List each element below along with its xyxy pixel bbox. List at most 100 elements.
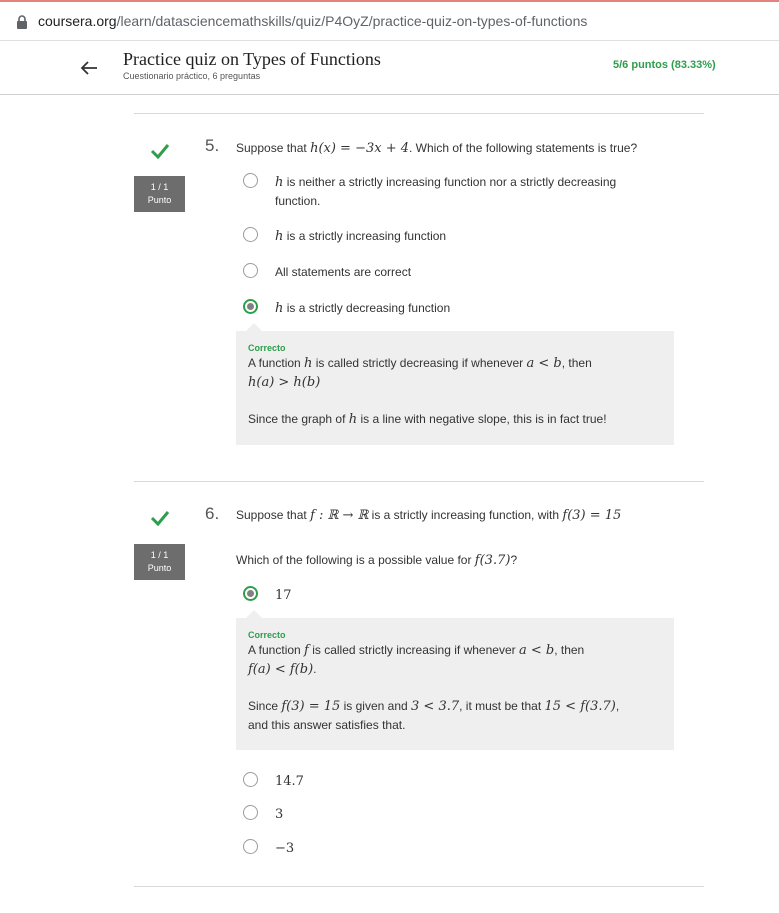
feedback-status: Correcto	[248, 343, 286, 353]
option-math: 17	[275, 588, 292, 603]
feedback-line: f(a) < f(b).	[248, 660, 662, 679]
option-math: 3	[275, 807, 284, 822]
prompt-text: Suppose that	[236, 508, 307, 522]
question-prompt: Suppose that f : ℝ → ℝ is a strictly inc…	[236, 508, 621, 523]
feedback-line: h(a) > h(b)	[248, 373, 662, 392]
option-label: All statements are correct	[275, 263, 411, 281]
radio-button-selected[interactable]	[243, 299, 258, 314]
feedback-text: A function	[248, 643, 305, 657]
option-text: is a strictly decreasing function	[283, 301, 451, 315]
feedback-box: Correcto A function f is called strictly…	[236, 610, 674, 750]
prompt-text: Which of the following is a possible val…	[236, 553, 472, 567]
feedback-math: a < b	[518, 643, 555, 658]
prompt-text: ?	[510, 553, 518, 567]
feedback-pointer	[246, 323, 262, 331]
prompt-text-after: is a strictly increasing function, with	[371, 508, 560, 522]
points-value: 1 / 1	[150, 182, 169, 192]
option-label: 14.7	[275, 772, 304, 791]
answer-option[interactable]: 3	[243, 805, 663, 823]
radio-button[interactable]	[243, 772, 258, 787]
radio-button[interactable]	[243, 227, 258, 242]
prompt-math: f : ℝ → ℝ	[310, 508, 369, 523]
answer-option-selected[interactable]: h is a strictly decreasing function	[243, 299, 663, 317]
question-subprompt: Which of the following is a possible val…	[236, 553, 517, 568]
radio-button[interactable]	[243, 263, 258, 278]
browser-address-bar[interactable]: coursera.org/learn/datasciencemathskills…	[0, 0, 779, 40]
feedback-math: h(a) > h(b)	[248, 375, 321, 390]
points-label: Punto	[147, 563, 172, 573]
lock-icon	[17, 15, 27, 29]
option-text: is a strictly increasing function	[283, 229, 447, 243]
feedback-text: Since the graph of	[248, 412, 349, 426]
feedback-text: is given and	[340, 699, 412, 713]
feedback-math: h	[348, 412, 358, 427]
divider	[134, 113, 704, 114]
feedback-text: Since	[248, 699, 282, 713]
quiz-subtitle: Cuestionario práctico, 6 preguntas	[123, 71, 261, 81]
option-math: −3	[275, 841, 295, 856]
option-label: h is a strictly decreasing function	[275, 299, 450, 318]
feedback-line: Since f(3) = 15 is given and 3 < 3.7, it…	[248, 697, 662, 716]
option-math: 14.7	[275, 774, 304, 789]
feedback-text: ,	[615, 699, 620, 713]
url-path: /learn/datasciencemathskills/quiz/P4OyZ/…	[116, 13, 588, 29]
check-icon	[150, 511, 170, 526]
quiz-header: Practice quiz on Types of Functions Cues…	[0, 40, 779, 95]
prompt-text-after: . Which of the following statements is t…	[409, 141, 638, 155]
feedback-text: .	[313, 662, 317, 676]
option-label: 17	[275, 586, 292, 605]
quiz-score: 5/6 puntos (83.33%)	[613, 59, 716, 71]
feedback-line: A function f is called strictly increasi…	[248, 641, 662, 660]
radio-button[interactable]	[243, 805, 258, 820]
url-text[interactable]: coursera.org/learn/datasciencemathskills…	[38, 13, 587, 29]
feedback-math: 3 < 3.7	[411, 699, 460, 714]
option-label: 3	[275, 805, 283, 824]
feedback-math: f(3) = 15	[281, 699, 341, 714]
question-prompt: Suppose that h(x) = −3x + 4. Which of th…	[236, 141, 637, 156]
answer-option[interactable]: 14.7	[243, 772, 663, 790]
answer-option[interactable]: h is neither a strictly increasing funct…	[243, 173, 663, 209]
feedback-line: A function h is called strictly decreasi…	[248, 354, 662, 373]
feedback-text: is called strictly decreasing if wheneve…	[312, 356, 527, 370]
answer-option-selected[interactable]: 17	[243, 586, 663, 604]
option-label: h is a strictly increasing function	[275, 227, 446, 246]
feedback-math: a < b	[526, 356, 562, 371]
feedback-text: , then	[561, 356, 592, 370]
back-arrow-icon[interactable]	[78, 57, 100, 79]
prompt-math: f(3.7)	[474, 553, 511, 568]
radio-button[interactable]	[243, 839, 258, 854]
feedback-line: Since the graph of h is a line with nega…	[248, 410, 662, 429]
points-badge: 1 / 1 Punto	[134, 544, 185, 580]
feedback-pointer	[246, 610, 262, 618]
question-number: 6.	[205, 504, 220, 523]
divider	[134, 886, 704, 887]
feedback-math: f(a) < f(b)	[248, 662, 314, 677]
answer-option[interactable]: All statements are correct	[243, 263, 663, 281]
points-value: 1 / 1	[150, 550, 169, 560]
option-text: is neither a strictly increasing functio…	[283, 175, 617, 189]
feedback-text: , it must be that	[459, 699, 545, 713]
option-label: h is neither a strictly increasing funct…	[275, 173, 616, 210]
prompt-text: Suppose that	[236, 141, 307, 155]
answer-option[interactable]: −3	[243, 839, 663, 857]
option-text-line2: function.	[275, 194, 321, 208]
feedback-box: Correcto A function h is called strictly…	[236, 323, 674, 445]
answer-option[interactable]: h is a strictly increasing function	[243, 227, 663, 245]
feedback-math: 15 < f(3.7)	[544, 699, 616, 714]
quiz-title: Practice quiz on Types of Functions	[123, 49, 381, 69]
question-number: 5.	[205, 136, 220, 155]
feedback-text: , then	[554, 643, 585, 657]
radio-button-selected[interactable]	[243, 586, 258, 601]
prompt-math: h(x) = −3x + 4	[310, 141, 410, 156]
feedback-status: Correcto	[248, 630, 286, 640]
points-badge: 1 / 1 Punto	[134, 176, 185, 212]
points-label: Punto	[147, 195, 172, 205]
feedback-text: is a line with negative slope, this is i…	[357, 412, 607, 426]
feedback-line: and this answer satisfies that.	[248, 718, 406, 732]
check-icon	[150, 144, 170, 159]
radio-button[interactable]	[243, 173, 258, 188]
option-label: −3	[275, 839, 294, 858]
feedback-text: A function	[248, 356, 305, 370]
prompt-math: f(3) = 15	[562, 508, 622, 523]
divider	[134, 481, 704, 482]
